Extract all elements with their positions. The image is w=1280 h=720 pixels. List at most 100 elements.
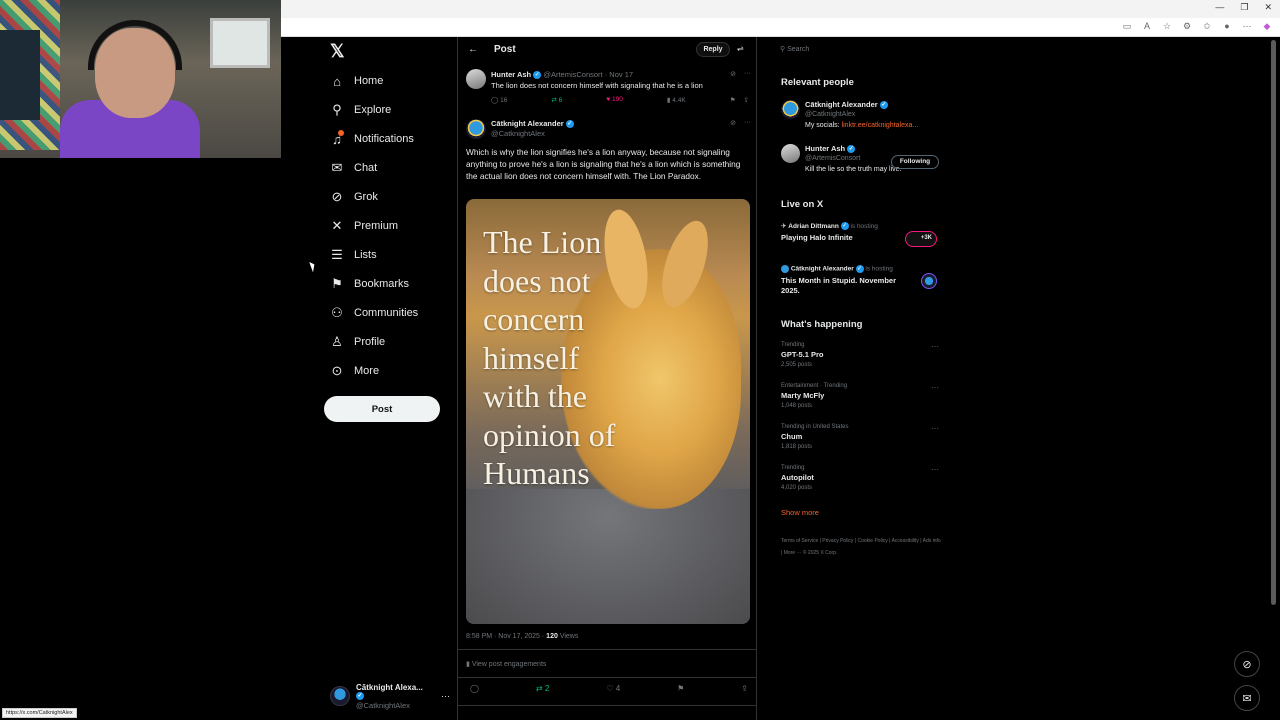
favorites-icon[interactable]: ✩ <box>1202 21 1212 33</box>
views-action[interactable]: ▮ 4.4K <box>667 96 686 104</box>
status-bar-url: https://x.com/CatknightAlex <box>2 708 77 718</box>
more-dots-icon[interactable]: ··· <box>931 465 939 474</box>
nav-label: More <box>354 365 380 377</box>
tweet-timestamp[interactable]: 8:58 PM · Nov 17, 2025 · <box>466 633 544 640</box>
reader-icon[interactable]: ▭ <box>1122 21 1132 33</box>
reply-icon[interactable]: ◯ <box>470 684 479 693</box>
avatar[interactable] <box>466 119 486 139</box>
trend-category: Trending in United States <box>781 424 849 430</box>
reply-button[interactable]: Reply <box>696 42 730 57</box>
person-bio: My socials: <box>805 122 842 129</box>
copilot-icon[interactable]: ◆ <box>1262 21 1272 33</box>
nav-item-home[interactable]: ⌂ Home <box>330 71 383 91</box>
profile-icon[interactable]: ● <box>1222 21 1232 33</box>
grok-icon[interactable]: ⊘ <box>730 70 736 78</box>
person-handle: @CatknightAlex <box>805 111 856 118</box>
more-dots-icon[interactable]: ··· <box>744 119 751 127</box>
post-button[interactable]: Post <box>324 396 440 422</box>
back-arrow-icon[interactable]: ← <box>468 44 478 55</box>
tune-icon[interactable]: ⇌ <box>737 44 744 53</box>
x-logo-icon[interactable]: 𝕏 <box>330 42 348 60</box>
footer-links[interactable]: Terms of Service | Privacy Policy | Cook… <box>781 535 941 559</box>
verified-icon: ✓ <box>356 692 364 701</box>
list-icon: ☰ <box>331 247 343 262</box>
trend-item[interactable]: Trending in United States Chum 1,818 pos… <box>781 424 941 450</box>
extensions-icon[interactable]: ⚙ <box>1182 21 1192 33</box>
nav-item-chat[interactable]: ✉ Chat <box>330 158 378 178</box>
nav-item-grok[interactable]: ⊘ Grok <box>330 187 378 207</box>
nav-item-bookmarks[interactable]: ⚑ Bookmarks <box>330 274 409 294</box>
nav-label: Lists <box>354 249 377 261</box>
grok-icon[interactable]: ⊘ <box>730 119 736 127</box>
nav-item-lists[interactable]: ☰ Lists <box>330 245 377 265</box>
more-dots-icon[interactable]: ··· <box>441 691 450 701</box>
bookmark-icon[interactable]: ⚑ <box>730 96 736 104</box>
more-dots-icon[interactable]: ··· <box>931 342 939 351</box>
reply-count: 16 <box>500 97 508 104</box>
following-button[interactable]: Following <box>891 155 939 169</box>
nav-label: Premium <box>354 220 399 232</box>
author-handle[interactable]: @CatknightAlex <box>491 129 545 138</box>
messages-float-icon[interactable]: ✉ <box>1234 685 1260 711</box>
more-dots-icon[interactable]: ··· <box>931 383 939 392</box>
grok-float-icon[interactable]: ⊘ <box>1234 651 1260 677</box>
more-dots-icon[interactable]: ··· <box>744 70 751 78</box>
menu-dots-icon[interactable]: ⋯ <box>1242 21 1252 33</box>
search-input[interactable]: ⚲ Search <box>773 42 941 58</box>
trend-item[interactable]: Trending GPT-5.1 Pro 2,505 posts ··· <box>781 342 941 368</box>
person-icon: ♙ <box>331 334 343 349</box>
repost-action[interactable]: ⇄ 6 <box>551 96 562 104</box>
mouse-cursor <box>309 260 317 273</box>
trend-count: 4,020 posts <box>781 485 813 491</box>
repost-action[interactable]: ⇄ 2 <box>536 684 549 693</box>
scrollbar[interactable] <box>1271 40 1276 605</box>
main-column: ← Post Reply ⇌ Hunter Ash ✓ @ArtemisCons… <box>457 37 757 720</box>
nav-item-notifications[interactable]: ♫ Notifications <box>330 129 414 149</box>
live-space[interactable]: ✈ Adrian Dittmann ✓ is hosting Playing H… <box>781 222 941 247</box>
live-host-avatar[interactable] <box>921 273 937 289</box>
account-switcher[interactable]: Cātknight Alexa... ✓ @CatknightAlex ··· <box>330 682 450 710</box>
share-icon[interactable]: ⇪ <box>744 96 749 104</box>
avatar[interactable] <box>466 69 486 89</box>
trend-item[interactable]: Entertainment · Trending Marty McFly 1,0… <box>781 383 941 409</box>
trend-item[interactable]: Trending Autopilot 4,020 posts ··· <box>781 465 941 491</box>
nav-item-profile[interactable]: ♙ Profile <box>330 332 385 352</box>
more-dots-icon[interactable]: ··· <box>931 424 939 433</box>
like-action[interactable]: ♡ 4 <box>606 684 620 693</box>
chart-icon: ▮ <box>466 661 470 668</box>
person-bio: Kill the lie so the truth may live. <box>805 166 902 173</box>
bookmark-icon[interactable]: ⚑ <box>677 684 684 693</box>
favorite-star-icon[interactable]: ☆ <box>1162 21 1172 33</box>
nav-item-explore[interactable]: ⚲ Explore <box>330 100 391 120</box>
search-placeholder: Search <box>787 46 810 53</box>
person-name[interactable]: Cātknight Alexander <box>805 100 878 109</box>
restore-button[interactable]: ❐ <box>1240 2 1248 13</box>
chart-icon: ▮ <box>666 97 671 104</box>
show-more-link[interactable]: Show more <box>781 508 819 517</box>
live-space[interactable]: Cātknight Alexander ✓ is hosting This Mo… <box>781 265 941 296</box>
author-name[interactable]: Cātknight Alexander <box>491 119 564 128</box>
minimize-button[interactable]: — <box>1215 2 1224 13</box>
read-aloud-icon[interactable]: A <box>1142 21 1152 33</box>
share-icon[interactable]: ⇪ <box>741 684 748 693</box>
trend-category: Trending <box>781 465 805 471</box>
window-controls: — ❐ ✕ <box>1215 2 1272 13</box>
view-engagements-link[interactable]: ▮ View post engagements <box>466 660 546 668</box>
person-name[interactable]: Hunter Ash <box>805 144 845 153</box>
communities-icon: ⚇ <box>331 305 343 320</box>
nav-item-communities[interactable]: ⚇ Communities <box>330 303 418 323</box>
like-action[interactable]: ♥ 190 <box>606 96 623 104</box>
nav-item-more[interactable]: ⊙ More <box>330 361 380 381</box>
reply-action[interactable]: ◯ 16 <box>491 96 507 104</box>
author-name[interactable]: Hunter Ash <box>491 70 531 79</box>
account-name: Cātknight Alexa... <box>356 682 423 692</box>
nav-item-premium[interactable]: ✕ Premium <box>330 216 398 236</box>
live-listener-badge[interactable]: +3K <box>905 231 937 247</box>
repost-count: 6 <box>558 97 563 104</box>
bio-link[interactable]: linktr.ee/catknightalexa... <box>842 122 919 129</box>
close-button[interactable]: ✕ <box>1264 2 1272 13</box>
avatar[interactable] <box>781 100 800 119</box>
avatar[interactable] <box>781 144 800 163</box>
avatar <box>330 686 350 706</box>
tweet-image[interactable]: The Lion does not concern himself with t… <box>466 199 750 624</box>
